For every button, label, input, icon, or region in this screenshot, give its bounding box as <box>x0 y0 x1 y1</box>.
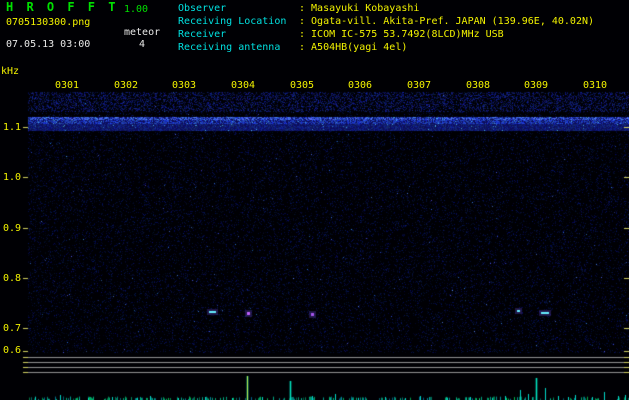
info-row-location: Receiving Location: Ogata-vill. Akita-Pr… <box>178 16 594 27</box>
info-value: : Ogata-vill. Akita-Pref. JAPAN (139.96E… <box>299 16 594 27</box>
app-version: 1.00 <box>124 4 148 15</box>
info-value: : Masayuki Kobayashi <box>299 3 419 14</box>
info-row-antenna: Receiving antenna: A504HB(yagi 4el) <box>178 42 407 53</box>
freq-label: 0.7 <box>3 323 21 334</box>
time-label: 0307 <box>407 80 431 91</box>
hrofft-window: H R O F F T 1.00 0705130300.png meteor 0… <box>0 0 629 400</box>
freq-unit-label: kHz <box>1 66 19 77</box>
freq-label: 1.1 <box>3 122 21 133</box>
info-value: : ICOM IC-575 53.7492(8LCD)MHz USB <box>299 29 504 40</box>
time-label: 0309 <box>524 80 548 91</box>
freq-label: 0.6 <box>3 345 21 356</box>
mode-label: meteor <box>124 27 160 38</box>
info-row-receiver: Receiver: ICOM IC-575 53.7492(8LCD)MHz U… <box>178 29 504 40</box>
info-value: : A504HB(yagi 4el) <box>299 42 407 53</box>
app-title: H R O F F T <box>6 2 118 13</box>
observation-datetime: 07.05.13 03:00 <box>6 39 90 50</box>
info-label: Receiving antenna <box>178 42 299 53</box>
freq-label: 0.8 <box>3 273 21 284</box>
info-label: Receiving Location <box>178 16 299 27</box>
freq-label: 0.9 <box>3 223 21 234</box>
info-label: Observer <box>178 3 299 14</box>
time-label: 0308 <box>466 80 490 91</box>
freq-label: 1.0 <box>3 172 21 183</box>
meteor-count: 4 <box>139 39 145 50</box>
time-label: 0302 <box>114 80 138 91</box>
info-label: Receiver <box>178 29 299 40</box>
time-label: 0303 <box>172 80 196 91</box>
time-label: 0301 <box>55 80 79 91</box>
info-row-observer: Observer: Masayuki Kobayashi <box>178 3 419 14</box>
time-label: 0310 <box>583 80 607 91</box>
output-filename: 0705130300.png <box>6 17 90 28</box>
time-label: 0306 <box>348 80 372 91</box>
time-label: 0305 <box>290 80 314 91</box>
time-label: 0304 <box>231 80 255 91</box>
